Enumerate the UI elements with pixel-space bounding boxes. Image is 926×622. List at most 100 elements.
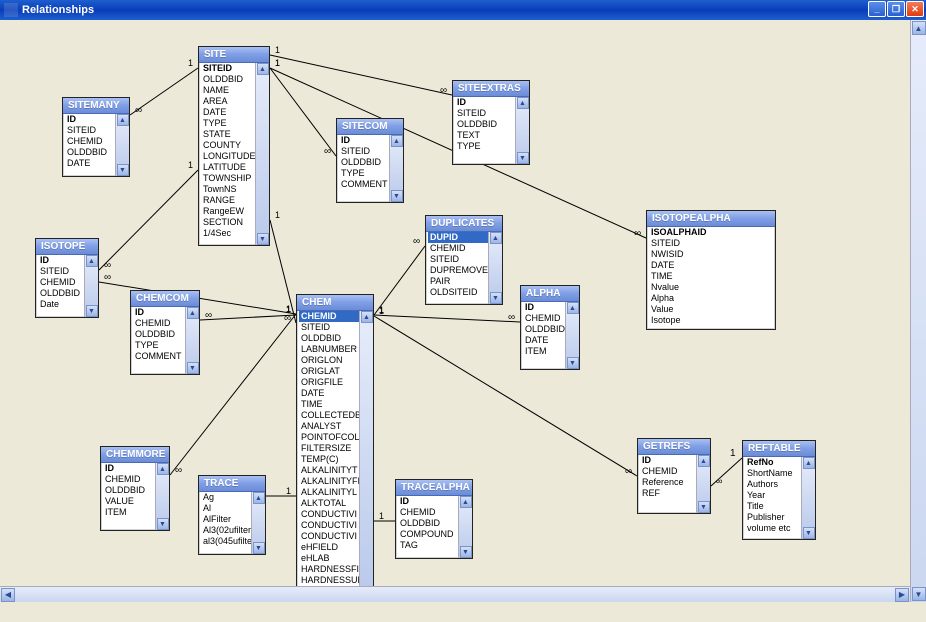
field-conductivi[interactable]: CONDUCTIVI (299, 531, 359, 542)
scroll-up-icon[interactable]: ▲ (361, 311, 373, 323)
table-header-isotopealpha[interactable]: ISOTOPEALPHA (647, 211, 775, 227)
field-alpha[interactable]: Alpha (649, 293, 775, 304)
table-tracealpha[interactable]: TRACEALPHAIDCHEMIDOLDDBIDCOMPOUNDTAG▲ ▼ (395, 479, 473, 559)
field-rangeew[interactable]: RangeEW (201, 206, 255, 217)
field-scrollbar[interactable]: ▲▼ (359, 311, 373, 599)
field-date[interactable]: DATE (649, 260, 775, 271)
field-type[interactable]: TYPE (201, 118, 255, 129)
scroll-left-button[interactable]: ◀ (1, 588, 15, 602)
field-olddbid[interactable]: OLDDBID (201, 74, 255, 85)
field-scrollbar[interactable]: ▲▼ (185, 307, 199, 374)
scroll-up-icon[interactable]: ▲ (86, 255, 98, 267)
field-compound[interactable]: COMPOUND (398, 529, 458, 540)
field-tag[interactable]: TAG (398, 540, 458, 551)
field-olddbid[interactable]: OLDDBID (455, 119, 515, 130)
field-township[interactable]: TOWNSHIP (201, 173, 255, 184)
field-chemid[interactable]: CHEMID (398, 507, 458, 518)
scroll-down-icon[interactable]: ▼ (187, 362, 199, 374)
field-tempc[interactable]: TEMP(C) (299, 454, 359, 465)
table-isotope[interactable]: ISOTOPEIDSITEIDCHEMIDOLDDBIDDate▲▼ (35, 238, 99, 318)
field-scrollbar[interactable]: ▲▼ (488, 232, 502, 304)
field-item[interactable]: ITEM (523, 346, 565, 357)
scroll-up-icon[interactable]: ▲ (460, 496, 472, 508)
field-isoalphaid[interactable]: ISOALPHAID (649, 227, 775, 238)
field-title[interactable]: Title (745, 501, 801, 512)
field-list[interactable]: IDSITEIDCHEMIDOLDDBIDDate (36, 255, 84, 317)
field-al302ufilter[interactable]: Al3(02ufilter) (201, 525, 251, 536)
table-reftable[interactable]: REFTABLERefNoShortNameAuthorsYearTitlePu… (742, 440, 816, 540)
scroll-down-icon[interactable]: ▼ (157, 518, 169, 530)
field-list[interactable]: ISOALPHAIDSITEIDNWISIDDATETIMENvalueAlph… (647, 227, 775, 329)
field-14sec[interactable]: 1/4Sec (201, 228, 255, 239)
field-date[interactable]: Date (38, 299, 84, 310)
field-labnumber[interactable]: LABNUMBER (299, 344, 359, 355)
table-header-alpha[interactable]: ALPHA (521, 286, 579, 302)
field-conductivi[interactable]: CONDUCTIVI (299, 520, 359, 531)
field-year[interactable]: Year (745, 490, 801, 501)
field-siteid[interactable]: SITEID (428, 254, 488, 265)
field-dupremove[interactable]: DUPREMOVE (428, 265, 488, 276)
close-button[interactable]: ✕ (906, 1, 924, 17)
scroll-down-icon[interactable]: ▼ (567, 357, 579, 369)
field-chemid[interactable]: CHEMID (133, 318, 185, 329)
table-header-isotope[interactable]: ISOTOPE (36, 239, 98, 255)
scroll-down-button[interactable]: ▼ (912, 587, 926, 601)
field-list[interactable]: SITEIDOLDDBIDNAMEAREADATETYPESTATECOUNTY… (199, 63, 255, 245)
table-header-getrefs[interactable]: GETREFS (638, 439, 710, 455)
field-siteid[interactable]: SITEID (38, 266, 84, 277)
field-olddbid[interactable]: OLDDBID (133, 329, 185, 340)
field-list[interactable]: IDSITEIDOLDDBIDTEXTTYPE (453, 97, 515, 164)
scroll-up-icon[interactable]: ▲ (567, 302, 579, 314)
table-chem[interactable]: CHEMCHEMIDSITEIDOLDDBIDLABNUMBERORIGLONO… (296, 294, 374, 600)
field-origfile[interactable]: ORIGFILE (299, 377, 359, 388)
field-publisher[interactable]: Publisher (745, 512, 801, 523)
table-header-tracealpha[interactable]: TRACEALPHA (396, 480, 472, 496)
field-chemid[interactable]: CHEMID (640, 466, 696, 477)
field-olddbid[interactable]: OLDDBID (299, 333, 359, 344)
scroll-up-icon[interactable]: ▲ (257, 63, 269, 75)
scroll-down-icon[interactable]: ▼ (257, 233, 269, 245)
table-trace[interactable]: TRACEAgAlAlFilterAl3(02ufilter)al3(045uf… (198, 475, 266, 555)
field-state[interactable]: STATE (201, 129, 255, 140)
field-siteid[interactable]: SITEID (339, 146, 389, 157)
field-scrollbar[interactable]: ▲▼ (155, 463, 169, 530)
table-header-siteextras[interactable]: SITEEXTRAS (453, 81, 529, 97)
field-olddbid[interactable]: OLDDBID (339, 157, 389, 168)
field-date[interactable]: DATE (201, 107, 255, 118)
scroll-up-icon[interactable]: ▲ (490, 232, 502, 244)
field-scrollbar[interactable]: ▲▼ (389, 135, 403, 202)
field-list[interactable]: DUPIDCHEMIDSITEIDDUPREMOVEPAIROLDSITEID (426, 232, 488, 304)
field-list[interactable]: IDCHEMIDOLDDBIDCOMPOUNDTAG (396, 496, 458, 558)
scroll-down-icon[interactable]: ▼ (86, 305, 98, 317)
field-alkalinityfi[interactable]: ALKALINITYFI (299, 476, 359, 487)
scroll-up-icon[interactable]: ▲ (391, 135, 403, 147)
field-scrollbar[interactable]: ▲▼ (251, 492, 265, 554)
field-townns[interactable]: TownNS (201, 184, 255, 195)
field-id[interactable]: ID (455, 97, 515, 108)
table-header-chem[interactable]: CHEM (297, 295, 373, 311)
field-range[interactable]: RANGE (201, 195, 255, 206)
field-olddbid[interactable]: OLDDBID (103, 485, 155, 496)
field-authors[interactable]: Authors (745, 479, 801, 490)
field-chemid[interactable]: CHEMID (428, 243, 488, 254)
field-siteid[interactable]: SITEID (65, 125, 115, 136)
field-volumeetc[interactable]: volume etc (745, 523, 801, 534)
field-list[interactable]: IDCHEMIDOLDDBIDVALUEITEM (101, 463, 155, 530)
field-siteid[interactable]: SITEID (299, 322, 359, 333)
field-pointofcol[interactable]: POINTOFCOL (299, 432, 359, 443)
table-chemmore[interactable]: CHEMMOREIDCHEMIDOLDDBIDVALUEITEM▲▼ (100, 446, 170, 531)
field-id[interactable]: ID (38, 255, 84, 266)
field-list[interactable]: AgAlAlFilterAl3(02ufilter)al3(045ufilter (199, 492, 251, 554)
field-county[interactable]: COUNTY (201, 140, 255, 151)
field-time[interactable]: TIME (299, 399, 359, 410)
field-chemid[interactable]: CHEMID (65, 136, 115, 147)
field-olddbid[interactable]: OLDDBID (398, 518, 458, 529)
field-collectedby[interactable]: COLLECTEDBY (299, 410, 359, 421)
field-type[interactable]: TYPE (455, 141, 515, 152)
scroll-down-icon[interactable]: ▼ (460, 546, 472, 558)
field-list[interactable]: IDSITEIDCHEMIDOLDDBIDDATE (63, 114, 115, 176)
field-isotope[interactable]: Isotope (649, 315, 775, 326)
field-hardnessun[interactable]: HARDNESSUN (299, 575, 359, 586)
main-vertical-scrollbar[interactable]: ▲ ▼ (910, 20, 926, 602)
field-id[interactable]: ID (103, 463, 155, 474)
